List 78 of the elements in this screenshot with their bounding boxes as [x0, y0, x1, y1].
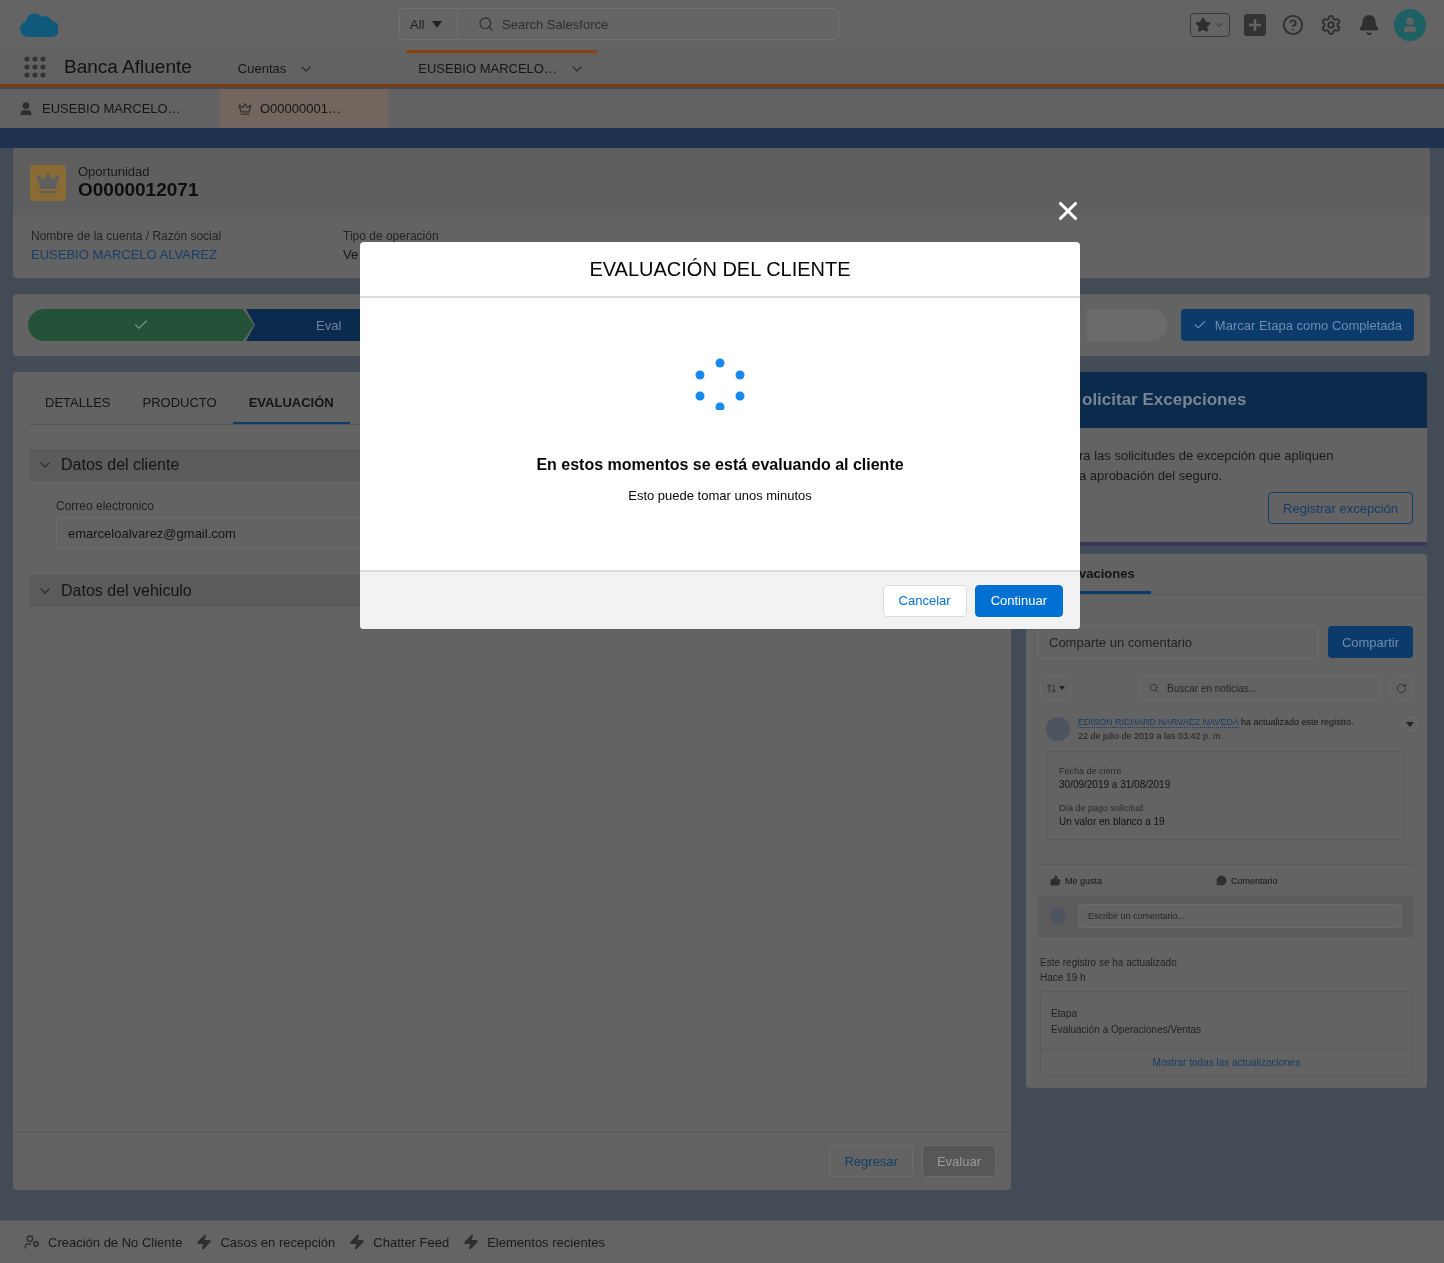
change-value: Un valor en blanco a 19: [1059, 816, 1166, 827]
feed-search-field[interactable]: Buscar en noticias...: [1140, 675, 1380, 701]
settings-icon: [1320, 14, 1342, 36]
sort-button[interactable]: [1040, 676, 1071, 700]
comment-button[interactable]: Comentario: [1216, 875, 1382, 886]
share-button[interactable]: Compartir: [1327, 626, 1413, 658]
utility-item[interactable]: Chatter Feed: [349, 1234, 450, 1250]
check-icon: [1192, 318, 1207, 332]
field-label: Nombre de la cuenta / Razón social: [31, 229, 223, 243]
field-value: Ve: [343, 247, 360, 262]
show-all-updates-link[interactable]: Mostrar todas las actualizaciones: [1041, 1049, 1412, 1075]
record-tab[interactable]: DETALLES: [29, 395, 127, 424]
nav-tab[interactable]: Cuentas: [225, 50, 327, 84]
field-label: Correo electronico: [56, 499, 156, 513]
person-gear-icon: [24, 1234, 40, 1250]
workspace-tab[interactable]: EUSEBIO MARCELO…: [0, 89, 220, 128]
mark-stage-complete-button[interactable]: Marcar Etapa como Completada: [1180, 309, 1414, 341]
spinner-icon: [694, 358, 746, 410]
footer-button[interactable]: Regresar: [829, 1145, 913, 1177]
utility-item[interactable]: Casos en recepción: [196, 1234, 336, 1250]
plus-square-icon: [1244, 14, 1266, 36]
modal-title: EVALUACIÓN DEL CLIENTE: [360, 242, 1080, 298]
card-text: ra las solicitudes de excepción que apliquen a aprobación del seguro.: [1079, 447, 1335, 485]
record-tab[interactable]: EVALUACIÓN: [232, 395, 350, 424]
record-tab[interactable]: PRODUCTO: [126, 395, 233, 424]
utility-item[interactable]: Creación de No Cliente: [24, 1234, 183, 1250]
lightning-icon: [463, 1234, 480, 1250]
workspace-tab[interactable]: O00000001…: [220, 89, 388, 128]
sort-icon: [1046, 682, 1057, 694]
loading-message: En estos momentos se está evaluando al cliente: [536, 456, 904, 474]
search-scope-dropdown[interactable]: All: [400, 9, 458, 39]
add-button[interactable]: [1242, 12, 1268, 38]
thumbs-up-icon: [1050, 875, 1061, 886]
help-icon: [1282, 14, 1304, 36]
account-link[interactable]: EUSEBIO MARCELO ALVAREZ: [31, 247, 343, 262]
search-icon: [1149, 683, 1159, 693]
lightning-icon: [196, 1234, 213, 1250]
update-value: Evaluación a Operaciones/Ventas: [1051, 1024, 1203, 1035]
star-icon: [1195, 17, 1211, 33]
utility-item[interactable]: Elementos recientes: [463, 1234, 605, 1250]
nav-tab[interactable]: EUSEBIO MARCELO…: [406, 50, 597, 84]
record-type: Oportunidad: [78, 164, 151, 179]
favorites-button[interactable]: [1190, 13, 1230, 37]
crown-icon: [30, 164, 66, 201]
lightning-icon: [349, 1234, 366, 1250]
record-name: O0000012071: [78, 179, 199, 201]
author-link[interactable]: EDISON RICHARD NARVAEZ NAVEDA: [1078, 717, 1239, 728]
post-text: EDISON RICHARD NARVAEZ NAVEDA ha actualizado este registro.: [1078, 717, 1355, 727]
path-step-complete[interactable]: [28, 309, 254, 341]
person-icon: [18, 100, 34, 117]
cancel-button[interactable]: Cancelar: [882, 584, 967, 617]
like-button[interactable]: Me gusta: [1050, 875, 1216, 886]
field-label: Tipo de operación: [343, 229, 440, 243]
update-label: Etapa: [1051, 1008, 1079, 1019]
comment-field[interactable]: Comparte un comentario: [1037, 625, 1318, 659]
update-time: Hace 19 h: [1040, 972, 1087, 983]
app-name: Banca Afluente: [64, 56, 192, 78]
update-title: Este registro se ha actualizado: [1040, 957, 1178, 968]
refresh-button[interactable]: [1390, 676, 1413, 700]
speech-bubble-icon: [1216, 875, 1227, 886]
crown-icon: [238, 101, 252, 116]
register-exception-button[interactable]: Registrar excepción: [1268, 492, 1413, 524]
person-icon: [1401, 16, 1419, 34]
continue-button[interactable]: Continuar: [974, 584, 1063, 617]
bell-icon: [1358, 14, 1380, 36]
caret-down-icon: [1059, 686, 1065, 690]
feed-search-input[interactable]: Buscar en noticias...: [1165, 681, 1349, 695]
user-avatar[interactable]: [1394, 9, 1426, 41]
post-menu-button[interactable]: [1403, 717, 1417, 731]
change-value: 30/09/2019 a 31/08/2019: [1059, 779, 1172, 790]
help-button[interactable]: [1280, 12, 1306, 38]
caret-down-icon: [432, 20, 443, 28]
caret-down-icon: [1406, 721, 1414, 727]
app-launcher-icon[interactable]: [24, 56, 46, 78]
refresh-icon: [1396, 682, 1407, 694]
loading-note: Esto puede tomar unos minutos: [628, 488, 812, 503]
search-icon: [478, 16, 494, 32]
cloud-logo[interactable]: [18, 11, 58, 39]
